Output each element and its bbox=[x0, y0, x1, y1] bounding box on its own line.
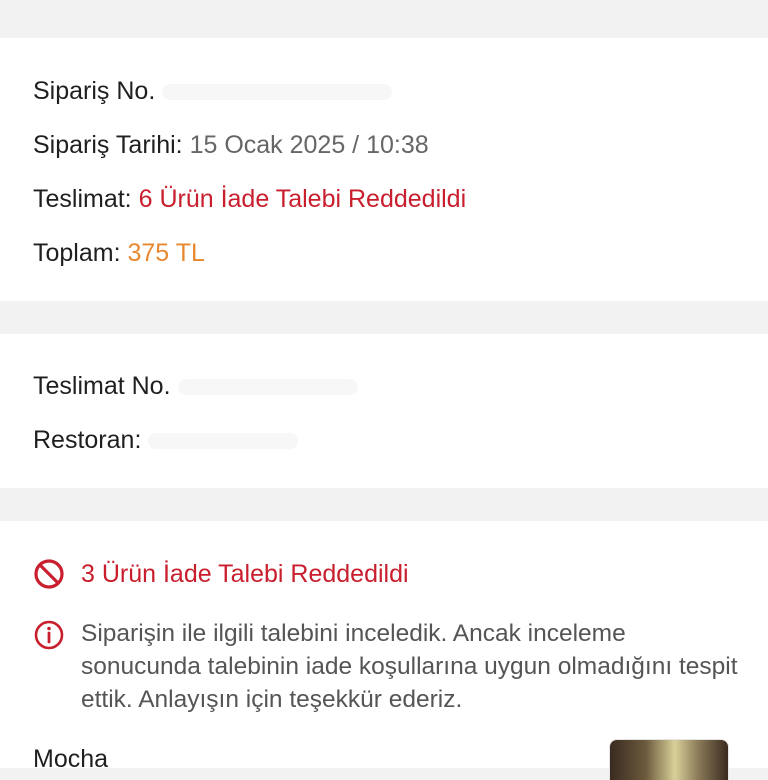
delivery-number-row: Teslimat No. bbox=[33, 371, 358, 401]
delivery-number-redacted bbox=[177, 379, 358, 396]
restaurant-label: Restoran: bbox=[33, 426, 142, 454]
order-number-label: Sipariş No. bbox=[33, 77, 156, 105]
order-summary-card: Sipariş No. Sipariş Tarihi: 15 Ocak 2025… bbox=[0, 38, 768, 301]
delivery-status-label: Teslimat: bbox=[33, 185, 132, 213]
product-name: Mocha bbox=[33, 745, 109, 773]
restaurant-redacted bbox=[148, 433, 299, 450]
order-number-redacted bbox=[162, 84, 393, 101]
prohibited-icon bbox=[33, 558, 65, 590]
order-date-value: 15 Ocak 2025 / 10:38 bbox=[189, 131, 429, 159]
refund-info-line: Siparişin ile ilgili talebini inceledik.… bbox=[33, 617, 741, 716]
delivery-number-label: Teslimat No. bbox=[33, 372, 171, 400]
order-date-label: Sipariş Tarihi: bbox=[33, 131, 183, 159]
total-row: Toplam: 375 TL bbox=[33, 238, 205, 268]
refund-status-text: 3 Ürün İade Talebi Reddedildi bbox=[81, 559, 409, 588]
delivery-status-row: Teslimat: 6 Ürün İade Talebi Reddedildi bbox=[33, 184, 466, 214]
delivery-status-value: 6 Ürün İade Talebi Reddedildi bbox=[138, 185, 467, 213]
delivery-details-card: Teslimat No. Restoran: bbox=[0, 334, 768, 488]
product-thumbnail[interactable] bbox=[609, 739, 729, 780]
order-date-row: Sipariş Tarihi: 15 Ocak 2025 / 10:38 bbox=[33, 130, 429, 160]
restaurant-row: Restoran: bbox=[33, 425, 299, 455]
order-number-row: Sipariş No. bbox=[33, 76, 393, 106]
refund-status-card: 3 Ürün İade Talebi Reddedildi Siparişin … bbox=[0, 521, 768, 780]
info-circle-icon bbox=[33, 619, 65, 651]
refund-info-text: Siparişin ile ilgili talebini inceledik.… bbox=[81, 620, 738, 713]
total-label: Toplam: bbox=[33, 239, 121, 267]
refund-status-line: 3 Ürün İade Talebi Reddedildi bbox=[33, 558, 409, 590]
total-value: 375 TL bbox=[127, 239, 205, 267]
